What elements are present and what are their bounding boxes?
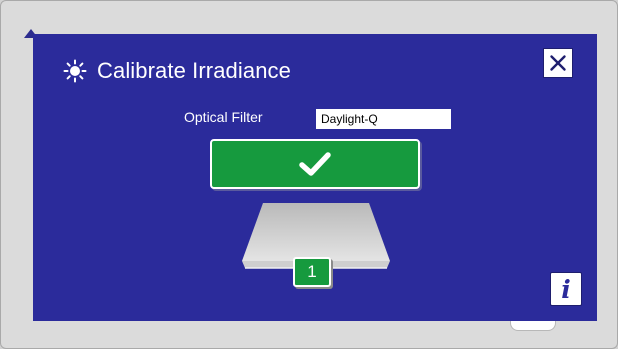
close-button[interactable]: [543, 48, 573, 78]
calibrate-irradiance-dialog: Calibrate Irradiance Optical Filter Dayl…: [33, 34, 597, 321]
step-number-badge: 1: [293, 257, 331, 287]
dialog-header: Calibrate Irradiance: [63, 56, 291, 86]
optical-filter-field[interactable]: Daylight-Q: [316, 109, 451, 129]
dialog-title: Calibrate Irradiance: [97, 58, 291, 83]
check-icon: [299, 152, 331, 176]
info-button[interactable]: i: [550, 272, 582, 306]
optical-filter-label: Optical Filter: [184, 109, 263, 125]
info-icon: i: [561, 274, 571, 304]
close-icon: [550, 55, 566, 71]
sun-icon: [63, 59, 87, 83]
confirm-button[interactable]: [210, 139, 420, 189]
